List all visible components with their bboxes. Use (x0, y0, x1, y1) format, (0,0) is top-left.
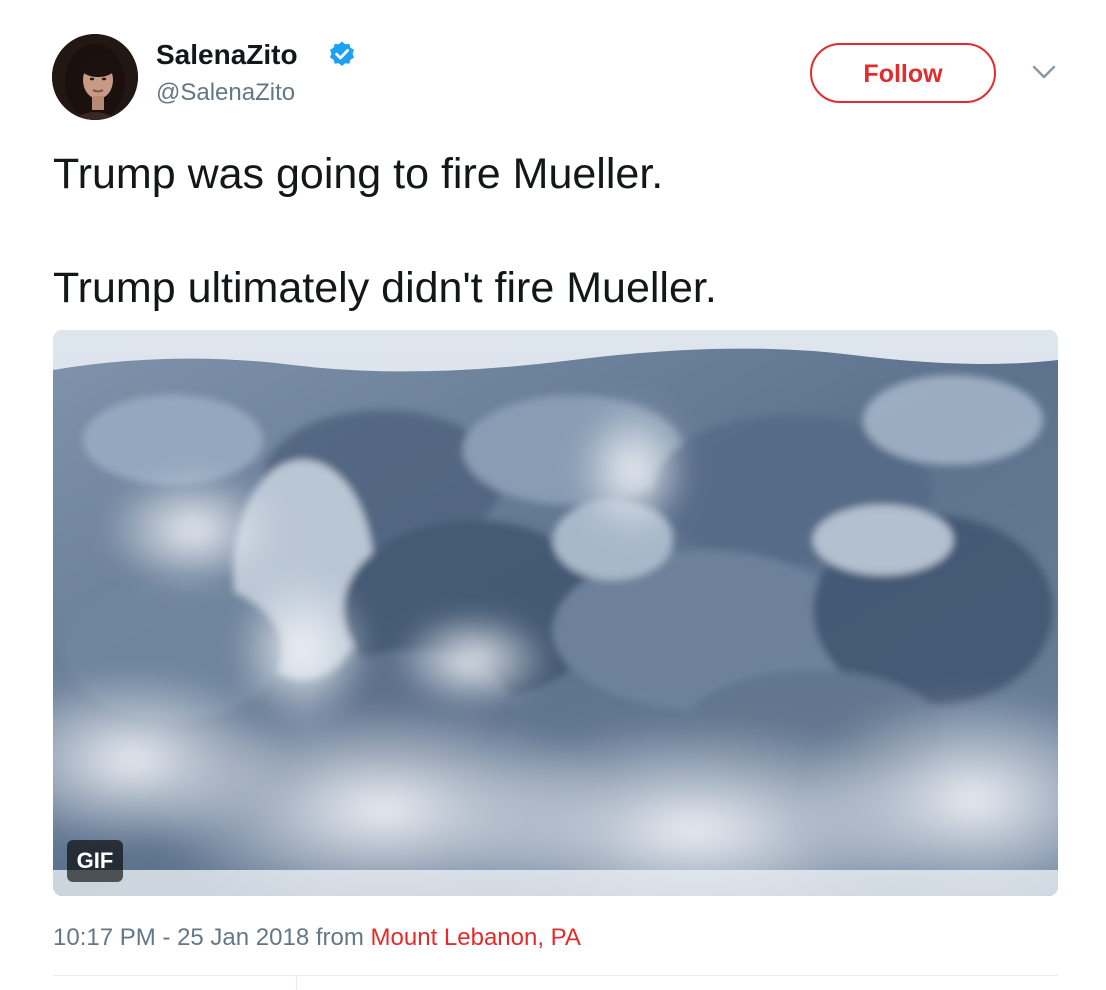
tweet-media-gif[interactable]: GIF (53, 330, 1058, 896)
avatar[interactable] (52, 34, 138, 120)
verified-badge-icon (330, 41, 354, 66)
location-link[interactable]: Mount Lebanon, PA (371, 924, 581, 951)
follow-button[interactable]: Follow (810, 43, 996, 103)
tweet-date[interactable]: 25 Jan 2018 (177, 924, 309, 951)
meta-from: from (309, 924, 371, 951)
tweet-text-line: Trump was going to fire Mueller. (53, 150, 664, 198)
avalanche-image (53, 330, 1058, 896)
tweet-text-line: Trump ultimately didn't fire Mueller. (53, 264, 717, 312)
divider (53, 975, 1058, 976)
tweet-text: Trump was going to fire Mueller. Trump u… (53, 145, 1053, 317)
divider (296, 975, 297, 990)
tweet-metadata: 10:17 PM - 25 Jan 2018 from Mount Lebano… (53, 922, 581, 954)
tweet-time[interactable]: 10:17 PM (53, 924, 156, 951)
meta-separator: - (155, 924, 178, 951)
gif-badge: GIF (67, 840, 123, 882)
avatar-image (52, 34, 138, 120)
display-name[interactable]: SalenaZito (156, 38, 298, 72)
chevron-down-icon[interactable] (1030, 62, 1058, 82)
user-handle[interactable]: @SalenaZito (156, 78, 295, 108)
tweet-card: SalenaZito @SalenaZito Follow Trump was … (0, 0, 1106, 990)
